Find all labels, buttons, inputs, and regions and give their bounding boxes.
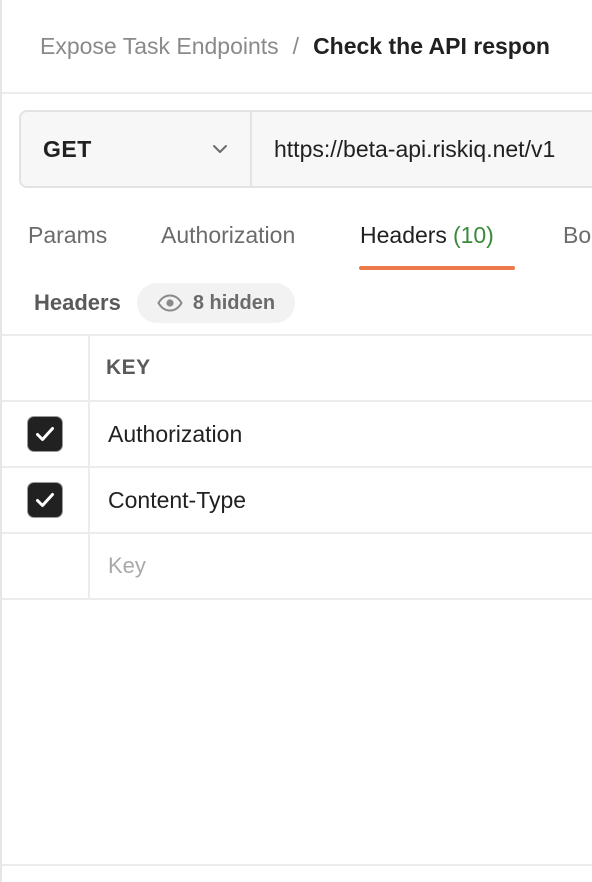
eye-icon (157, 294, 183, 312)
method-label: GET (43, 135, 92, 162)
header-divider (2, 92, 592, 94)
table-header-check-cell (2, 336, 90, 400)
tab-authorization[interactable]: Authorization (161, 222, 295, 249)
table-row-check-cell (2, 468, 90, 532)
table-row: Content-Type (2, 466, 592, 532)
row-enabled-checkbox[interactable] (28, 483, 62, 517)
request-tabs: Params Authorization Headers (10) Bo (2, 216, 592, 272)
bottom-divider (2, 864, 592, 866)
header-key-cell[interactable]: Content-Type (90, 468, 592, 532)
chevron-down-icon (213, 145, 227, 153)
table-row-check-cell (2, 402, 90, 466)
tab-headers[interactable]: Headers (10) (360, 222, 494, 249)
check-icon (36, 493, 54, 507)
tab-params[interactable]: Params (28, 222, 107, 249)
method-select[interactable]: GET (21, 112, 252, 186)
active-tab-indicator (359, 266, 515, 270)
url-input[interactable]: https://beta-api.riskiq.net/v1 (252, 112, 592, 186)
tab-headers-label: Headers (360, 222, 447, 248)
breadcrumb-parent-link[interactable]: Expose Task Endpoints (40, 33, 279, 60)
table-row-check-cell (2, 534, 90, 598)
request-bar: GET https://beta-api.riskiq.net/v1 (19, 110, 592, 188)
headers-subheader: Headers 8 hidden (34, 282, 296, 324)
headers-table: KEY Authorization Content-Type Key (2, 334, 592, 600)
header-key-cell[interactable]: Authorization (90, 402, 592, 466)
request-title[interactable]: Check the API respon (313, 33, 550, 60)
table-row: Authorization (2, 400, 592, 466)
row-enabled-checkbox[interactable] (28, 417, 62, 451)
table-header-row: KEY (2, 334, 592, 400)
headers-section-title: Headers (34, 290, 121, 315)
check-icon (36, 427, 54, 441)
hidden-headers-label: 8 hidden (192, 291, 276, 314)
new-key-input[interactable]: Key (90, 534, 592, 598)
column-header-key: KEY (106, 356, 151, 379)
tab-body[interactable]: Bo (563, 222, 591, 249)
breadcrumb-separator: / (292, 32, 300, 59)
table-row-new: Key (2, 532, 592, 600)
tab-headers-count: (10) (452, 222, 494, 248)
hidden-headers-toggle[interactable]: 8 hidden (136, 283, 296, 323)
breadcrumb: Expose Task Endpoints / Check the API re… (40, 28, 550, 64)
request-editor: Expose Task Endpoints / Check the API re… (0, 0, 592, 882)
